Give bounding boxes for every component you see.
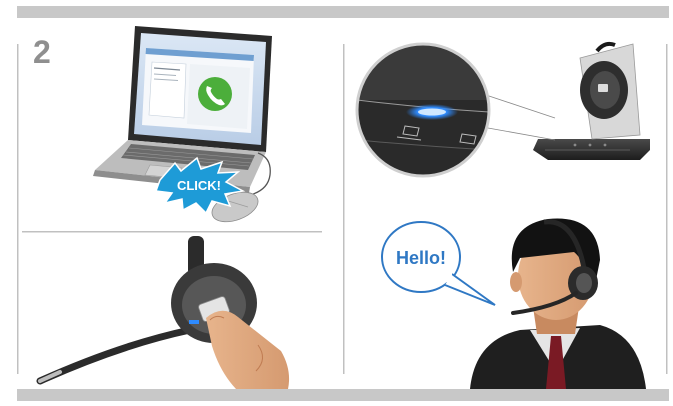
headset-press-panel [36, 236, 290, 389]
speech-text: Hello! [396, 248, 446, 268]
horizontal-divider-left [22, 231, 322, 233]
step-number: 2 [33, 34, 51, 70]
speech-bubble: Hello! [381, 221, 496, 306]
click-label: CLICK! [177, 178, 221, 193]
vertical-divider [343, 44, 345, 374]
headset-boom-arm [36, 326, 194, 385]
bottom-frame-bar [17, 389, 669, 401]
top-frame-bar [17, 6, 669, 18]
laptop-panel: CLICK! [93, 26, 272, 223]
right-edge-line [666, 44, 668, 374]
instruction-illustration: CLICK! Hello! 2 [0, 0, 673, 401]
dock-panel [355, 41, 650, 178]
left-edge-line [17, 44, 19, 374]
phone-call-icon [198, 77, 232, 111]
person-panel: Hello! [381, 218, 646, 389]
